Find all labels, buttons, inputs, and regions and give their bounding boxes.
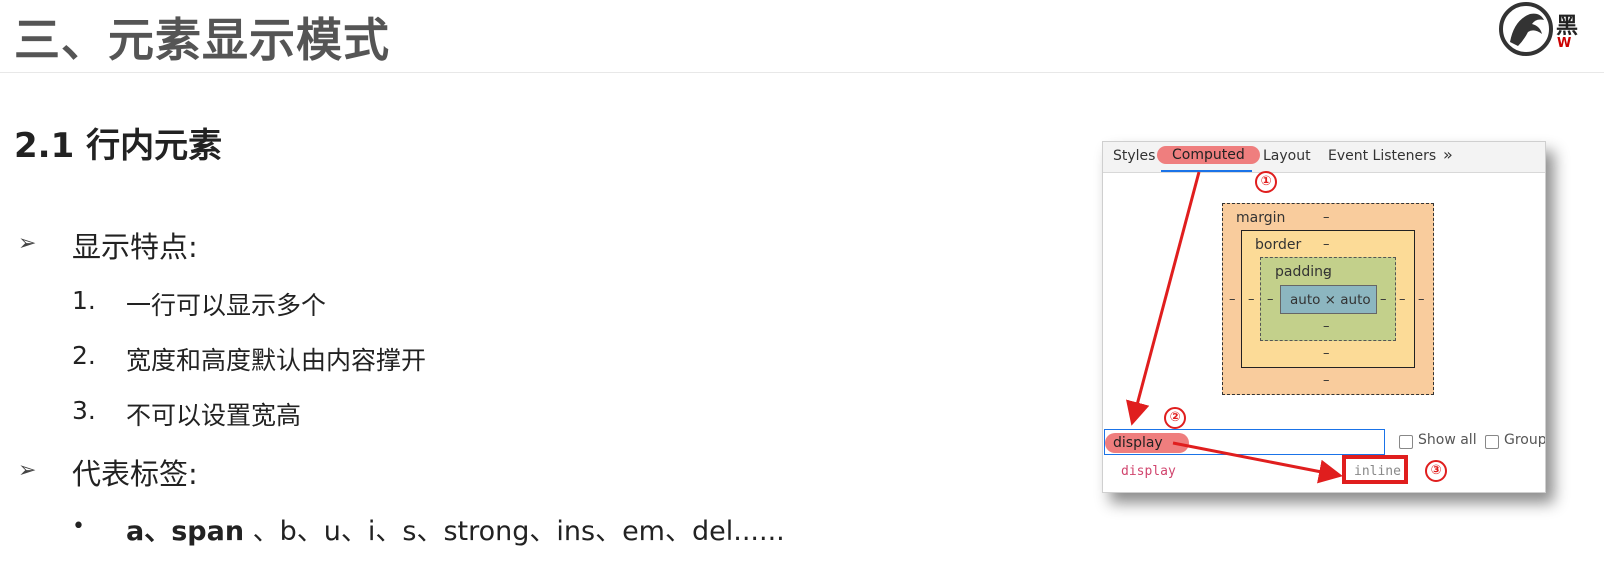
list-item-number: 3. (72, 396, 96, 425)
list-item: 不可以设置宽高 (126, 401, 302, 430)
tab-styles[interactable]: Styles (1113, 148, 1155, 164)
filter-input[interactable]: display (1104, 429, 1385, 455)
list-item-number: 2. (72, 341, 96, 370)
property-name[interactable]: display (1121, 464, 1176, 479)
show-all-checkbox[interactable] (1399, 435, 1413, 449)
margin-top-value: – (1323, 210, 1330, 225)
border-top-value: – (1323, 237, 1330, 252)
dot-bullet-icon: • (72, 514, 85, 539)
border-bottom-value: – (1323, 346, 1330, 361)
title-bar: 三、元素显示模式 黑 W (0, 0, 1604, 73)
show-all-label: Show all (1418, 432, 1477, 448)
page-title: 三、元素显示模式 (14, 13, 390, 67)
tags-heading: 代表标签: (72, 457, 198, 491)
more-tabs-icon[interactable]: » (1443, 145, 1453, 164)
border-label: border (1255, 237, 1302, 253)
horse-logo-icon (1499, 2, 1553, 56)
margin-right-value: – (1418, 292, 1425, 307)
tags-line: a、span 、b、u、i、s、strong、ins、em、del...... (126, 509, 785, 548)
arrow-bullet-icon: ➢ (18, 231, 37, 256)
filter-row: display Show all Group (1103, 427, 1545, 457)
devtools-tabbar: Styles Computed Layout Event Listeners » (1103, 142, 1545, 173)
group-label: Group (1504, 432, 1546, 448)
tab-layout[interactable]: Layout (1263, 148, 1311, 164)
arrow-tab-to-filter (1126, 171, 1201, 426)
margin-label: margin (1236, 210, 1286, 226)
annotation-1: ① (1255, 171, 1277, 193)
padding-top-value: – (1323, 265, 1330, 280)
active-tab-indicator (1161, 170, 1252, 172)
tab-computed[interactable]: Computed (1157, 146, 1260, 164)
list-item-number: 1. (72, 286, 96, 315)
logo-subtext: W (1557, 36, 1572, 51)
annotation-2: ② (1164, 407, 1186, 429)
content-size: auto × auto (1290, 292, 1371, 308)
tab-event-listeners[interactable]: Event Listeners (1328, 148, 1436, 164)
section-title: 2.1 行内元素 (14, 126, 223, 166)
padding-left-value: – (1267, 292, 1274, 307)
group-checkbox[interactable] (1485, 435, 1499, 449)
list-item: 一行可以显示多个 (126, 291, 327, 320)
list-item: 宽度和高度默认由内容撑开 (126, 346, 427, 375)
margin-left-value: – (1229, 292, 1236, 307)
padding-bottom-value: – (1323, 319, 1330, 334)
border-right-value: – (1399, 292, 1406, 307)
features-heading: 显示特点: (72, 230, 198, 264)
tags-rest: 、b、u、i、s、strong、ins、em、del...... (244, 516, 785, 547)
devtools-panel: Styles Computed Layout Event Listeners »… (1102, 141, 1546, 493)
padding-right-value: – (1380, 292, 1387, 307)
annotation-3: ③ (1425, 460, 1447, 482)
tags-bold: a、span (126, 516, 245, 547)
filter-value: display (1105, 433, 1189, 453)
border-left-value: – (1248, 292, 1255, 307)
arrow-bullet-icon: ➢ (18, 458, 37, 483)
property-value: inline (1354, 464, 1401, 479)
margin-bottom-value: – (1323, 373, 1330, 388)
